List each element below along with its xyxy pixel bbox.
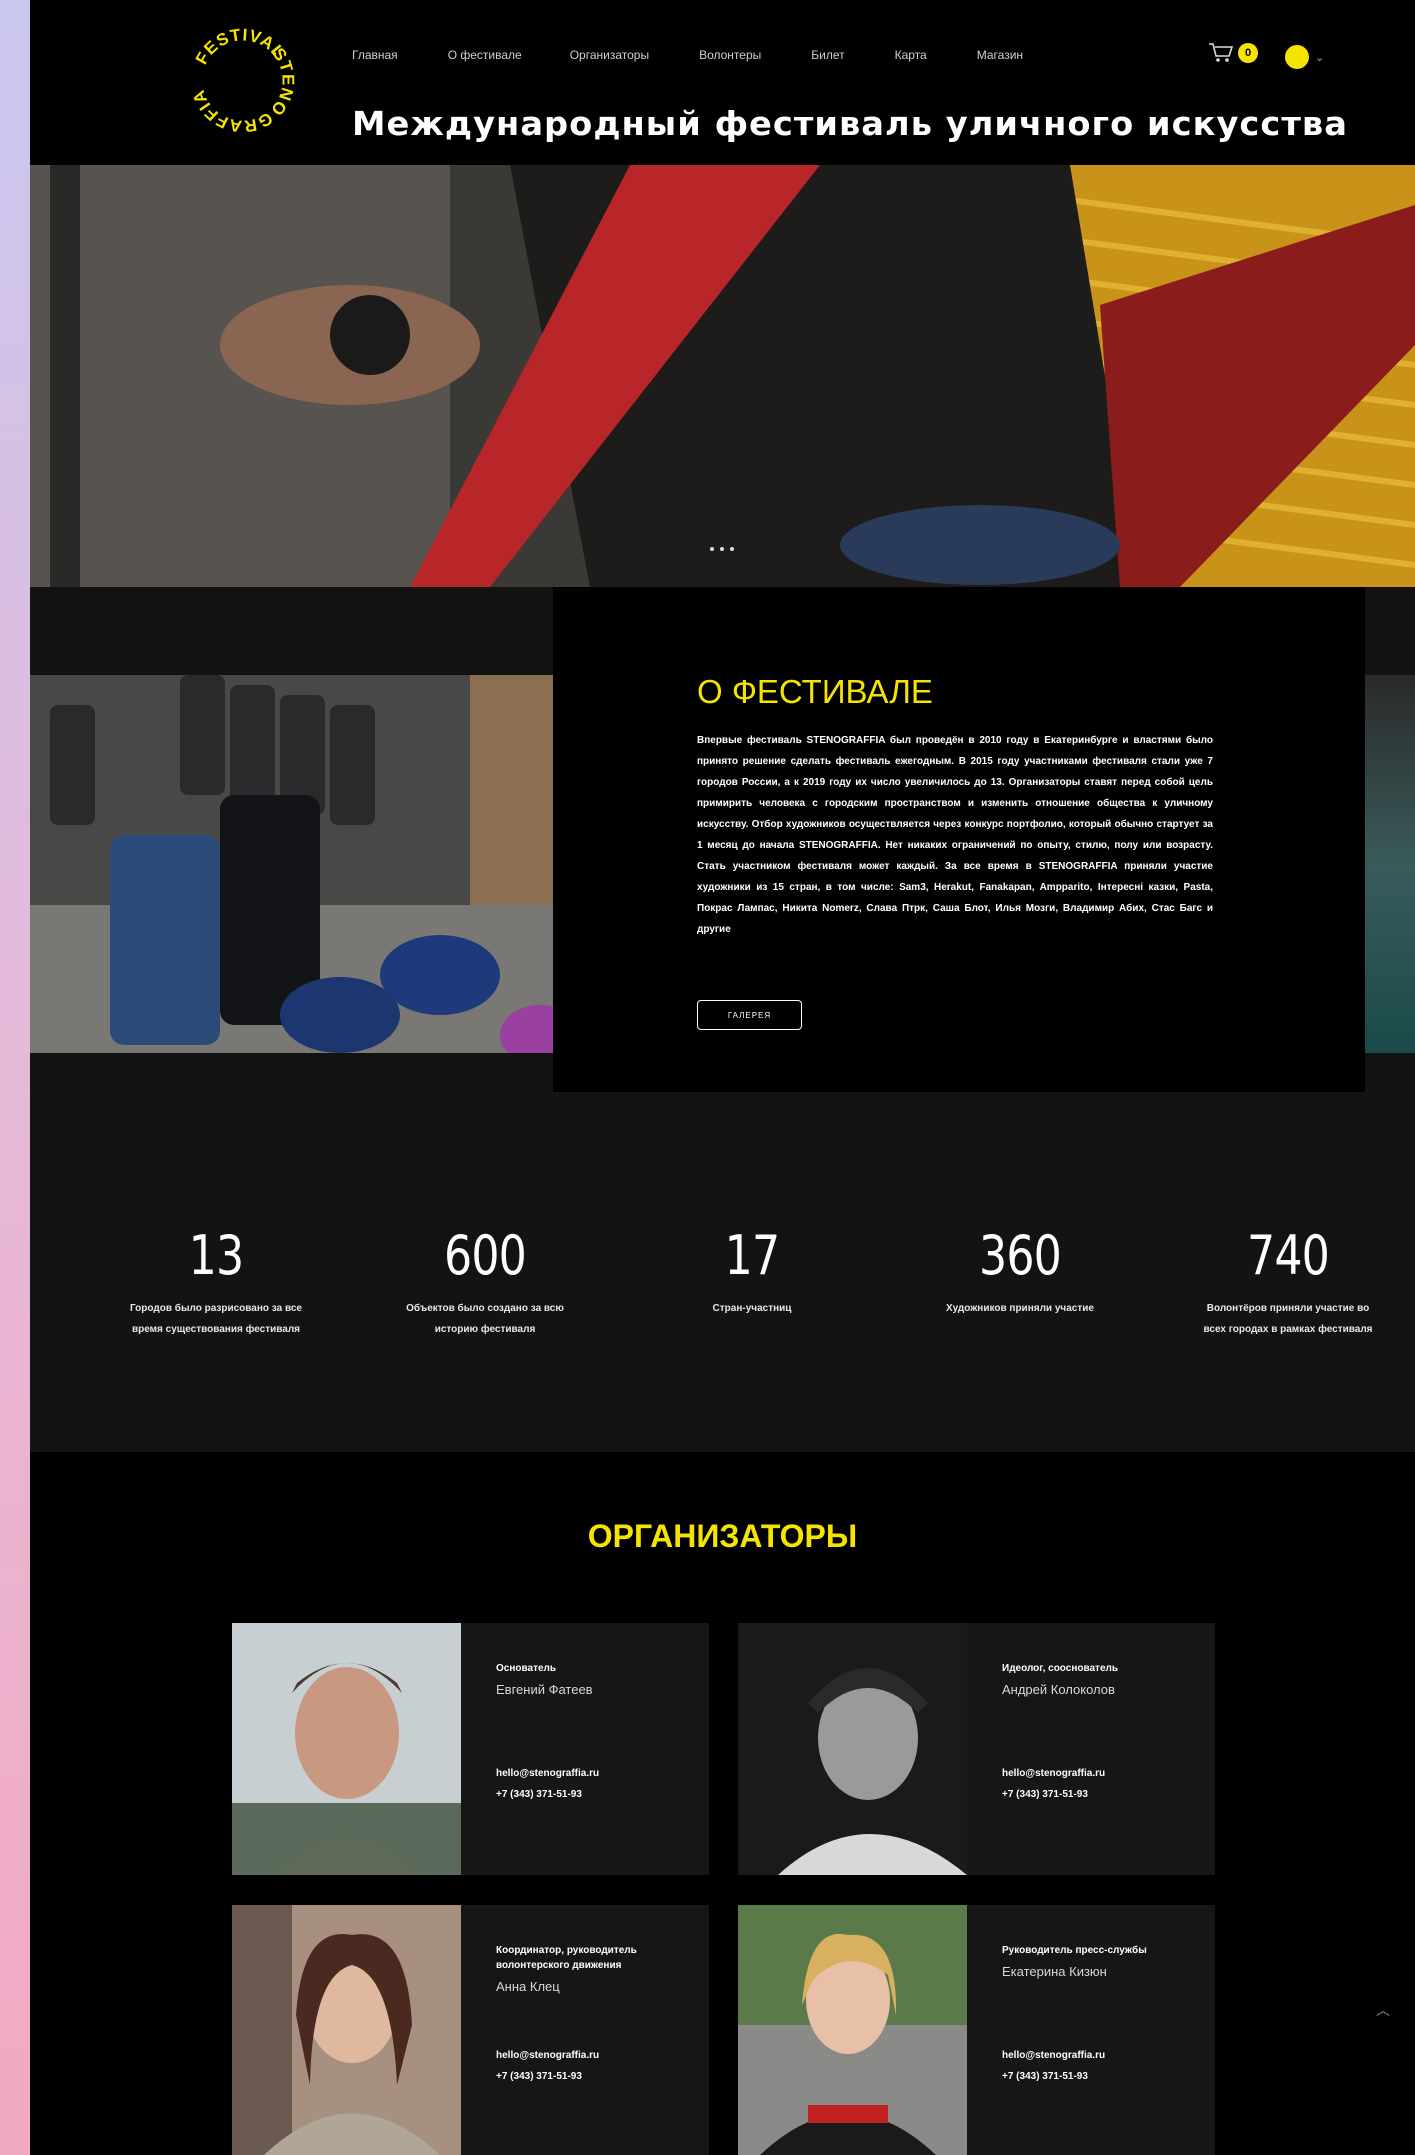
language-flag-icon — [1285, 45, 1309, 69]
cart-button[interactable]: 0 — [1208, 42, 1258, 64]
organizer-name: Анна Клец — [496, 1979, 560, 1994]
slide-dot[interactable] — [720, 547, 724, 551]
organizer-name: Андрей Колоколов — [1002, 1682, 1115, 1697]
organizer-phone[interactable]: +7 (343) 371-51-93 — [496, 2071, 599, 2082]
stat-countries: 17 Стран-участниц — [662, 1226, 842, 1319]
stat-label: Городов было разрисовано за все время су… — [130, 1303, 302, 1335]
page: FESTIVAL STENO GRAFFIA Главная О фестива… — [30, 0, 1415, 2155]
organizer-email[interactable]: hello@stenograffia.ru — [496, 2050, 599, 2061]
organizers-section: ОРГАНИЗАТОРЫ Основатель Евгений Фатеев h… — [30, 1452, 1415, 2155]
svg-text:STENO: STENO — [267, 44, 298, 119]
organizer-info: Основатель Евгений Фатеев — [496, 1661, 696, 1697]
svg-text:GRAFFIA: GRAFFIA — [189, 87, 276, 136]
organizer-contacts: hello@stenograffia.ru +7 (343) 371-51-93 — [496, 1768, 599, 1800]
organizer-email[interactable]: hello@stenograffia.ru — [1002, 2050, 1105, 2061]
organizer-photo — [232, 1905, 461, 2155]
stat-objects: 600 Объектов было создано за всю историю… — [395, 1226, 575, 1340]
organizer-phone[interactable]: +7 (343) 371-51-93 — [1002, 2071, 1105, 2082]
organizer-info: Идеолог, сооснователь Андрей Колоколов — [1002, 1661, 1202, 1697]
stat-number: 600 — [443, 1224, 527, 1287]
about-title: О ФЕСТИВАЛЕ — [697, 673, 933, 710]
logo-text-top: STENO — [267, 44, 297, 119]
organizer-email[interactable]: hello@stenograffia.ru — [1002, 1768, 1105, 1779]
logo[interactable]: FESTIVAL STENO GRAFFIA — [180, 18, 305, 143]
stat-number: 360 — [978, 1224, 1062, 1287]
stat-number: 740 — [1246, 1224, 1330, 1287]
organizer-photo — [232, 1623, 461, 1875]
nav-item-about[interactable]: О фестивале — [448, 48, 522, 62]
about-card: О ФЕСТИВАЛЕ Впервые фестиваль STENOGRAFF… — [553, 587, 1365, 1092]
nav-item-shop[interactable]: Магазин — [977, 48, 1023, 62]
organizer-phone[interactable]: +7 (343) 371-51-93 — [1002, 1789, 1105, 1800]
organizer-info: Координатор, руководитель волонтерского … — [496, 1943, 696, 1994]
stat-label: Волонтёров приняли участие во всех город… — [1203, 1303, 1373, 1335]
organizer-name: Евгений Фатеев — [496, 1682, 593, 1697]
cart-icon — [1209, 43, 1234, 62]
side-image — [1365, 675, 1415, 1053]
hero-image — [30, 165, 1415, 587]
nav-item-volunteers[interactable]: Волонтеры — [699, 48, 761, 62]
stat-artists: 360 Художников приняли участие — [930, 1226, 1110, 1319]
stat-label: Объектов было создано за всю историю фес… — [406, 1303, 564, 1335]
organizers-title: ОРГАНИЗАТОРЫ — [587, 1518, 858, 1554]
organizer-card: Руководитель пресс-службы Екатерина Кизю… — [738, 1905, 1215, 2155]
organizer-role: Координатор, руководитель волонтерского … — [496, 1945, 637, 1971]
chevron-down-icon: ⌄ — [1315, 51, 1325, 64]
stat-label: Художников приняли участие — [946, 1303, 1094, 1314]
organizer-role: Идеолог, сооснователь — [1002, 1663, 1119, 1674]
organizer-email[interactable]: hello@stenograffia.ru — [496, 1768, 599, 1779]
organizer-card: Идеолог, сооснователь Андрей Колоколов h… — [738, 1623, 1215, 1875]
cart-count-badge: 0 — [1238, 43, 1258, 63]
stat-volunteers: 740 Волонтёров приняли участие во всех г… — [1198, 1226, 1378, 1340]
spray-cans-image — [30, 675, 553, 1053]
nav-item-home[interactable]: Главная — [352, 48, 398, 62]
nav-item-ticket[interactable]: Билет — [811, 48, 844, 62]
stat-number: 17 — [724, 1224, 781, 1287]
chevron-up-icon[interactable]: ︿ — [1376, 2000, 1390, 2020]
side-gradient-strip — [0, 0, 30, 2155]
slide-dot[interactable] — [710, 547, 714, 551]
organizer-contacts: hello@stenograffia.ru +7 (343) 371-51-93 — [1002, 2050, 1105, 2082]
organizer-photo — [738, 1623, 967, 1875]
nav-item-map[interactable]: Карта — [895, 48, 927, 62]
organizer-card: Основатель Евгений Фатеев hello@stenogra… — [232, 1623, 709, 1875]
nav-item-organizers[interactable]: Организаторы — [570, 48, 649, 62]
organizer-card: Координатор, руководитель волонтерского … — [232, 1905, 709, 2155]
stat-number: 13 — [188, 1224, 245, 1287]
stat-cities: 13 Городов было разрисовано за все время… — [126, 1226, 306, 1340]
organizer-name: Екатерина Кизюн — [1002, 1964, 1107, 1979]
about-section: О ФЕСТИВАЛЕ Впервые фестиваль STENOGRAFF… — [30, 587, 1415, 1092]
logo-text-bottom: GRAFFIA — [189, 87, 275, 136]
slide-dot[interactable] — [730, 547, 734, 551]
site-header: FESTIVAL STENO GRAFFIA Главная О фестива… — [30, 0, 1415, 165]
organizer-contacts: hello@stenograffia.ru +7 (343) 371-51-93 — [1002, 1768, 1105, 1800]
about-text: Впервые фестиваль STENOGRAFFIA был прове… — [697, 735, 1213, 935]
organizer-contacts: hello@stenograffia.ru +7 (343) 371-51-93 — [496, 2050, 599, 2082]
main-nav: Главная О фестивале Организаторы Волонте… — [352, 48, 1073, 62]
organizer-role: Основатель — [496, 1663, 557, 1674]
stat-label: Стран-участниц — [712, 1303, 792, 1314]
stats-section: 13 Городов было разрисовано за все время… — [30, 1092, 1415, 1452]
site-tagline: Международный фестиваль уличного искусст… — [352, 104, 1348, 143]
hero-slider[interactable] — [30, 165, 1415, 587]
language-selector[interactable]: ⌄ — [1285, 45, 1324, 69]
organizer-info: Руководитель пресс-службы Екатерина Кизю… — [1002, 1943, 1202, 1979]
gallery-button[interactable]: ГАЛЕРЕЯ — [697, 1000, 802, 1030]
organizer-phone[interactable]: +7 (343) 371-51-93 — [496, 1789, 599, 1800]
hero-slide-dots — [710, 547, 734, 551]
organizer-role: Руководитель пресс-службы — [1002, 1945, 1147, 1956]
organizer-photo — [738, 1905, 967, 2155]
